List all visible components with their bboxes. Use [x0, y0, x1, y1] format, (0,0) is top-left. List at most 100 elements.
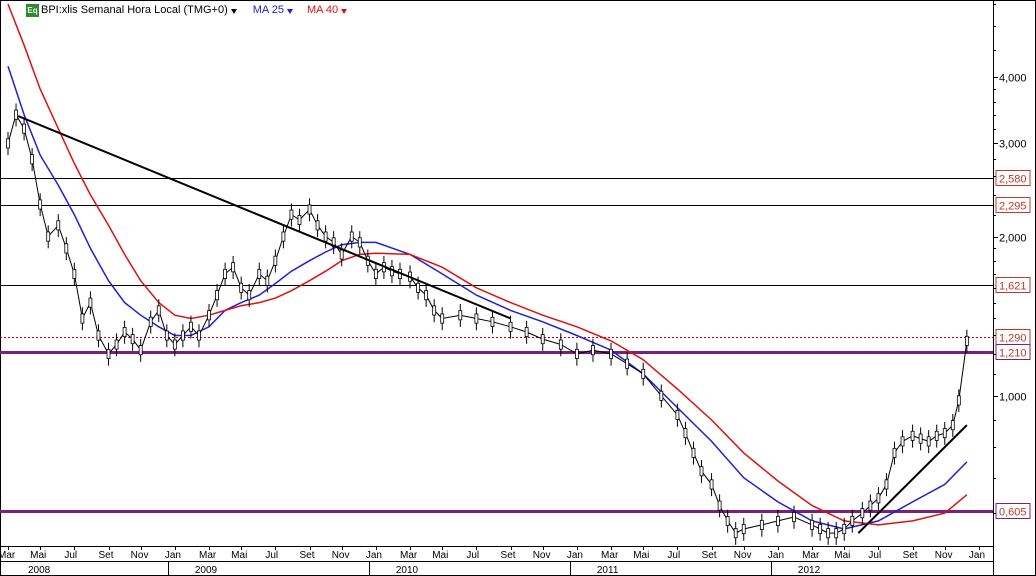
price-candle: [892, 447, 897, 458]
y-tick-label: 4,000: [999, 73, 1027, 85]
price-candle: [215, 290, 219, 301]
price-candle: [884, 479, 889, 490]
price-candle: [424, 290, 429, 301]
price-candle: [474, 313, 479, 324]
x-tick-label: Nov: [131, 550, 149, 561]
price-candle: [106, 348, 111, 359]
price-candle: [390, 266, 394, 277]
price-candle: [641, 368, 646, 379]
price-candle: [6, 138, 10, 149]
price-candle: [289, 209, 294, 220]
symbol-selector[interactable]: BPI:xlis Semanal Hora Local (TMG+0): [41, 4, 237, 16]
y-tick-label: 2,000: [999, 233, 1027, 245]
x-tick-label: Jan: [567, 550, 583, 561]
price-candle: [440, 313, 445, 324]
price-candle: [558, 339, 563, 350]
price-candle: [30, 154, 35, 165]
price-candle: [88, 297, 93, 308]
price-candle: [373, 268, 378, 279]
x-tick-label: Mai: [834, 550, 850, 561]
x-tick-label: Set: [702, 550, 717, 561]
price-candle: [524, 327, 529, 338]
price-candle: [942, 428, 947, 439]
price-candle: [683, 428, 688, 439]
ma-slow-line: [7, 3, 968, 526]
price-candle: [297, 214, 302, 225]
x-tick-label: Jan: [969, 550, 985, 561]
x-tick-label: Set: [501, 550, 516, 561]
x-tick-label: Mar: [400, 550, 418, 561]
price-candle: [591, 345, 595, 356]
price-candle: [540, 334, 545, 345]
ma-fast-label: MA 25: [252, 4, 284, 16]
level-tag: 0,605: [995, 503, 1031, 519]
year-label: 2008: [28, 565, 51, 576]
level-tag-label: 2,580: [999, 174, 1027, 186]
price-candle: [257, 268, 262, 279]
price-candle: [659, 390, 664, 401]
x-tick-label: Jan: [366, 550, 382, 561]
year-label: 2011: [597, 565, 619, 576]
price-candle: [130, 334, 135, 345]
x-tick-label: Jul: [868, 550, 881, 561]
price-candle: [14, 109, 18, 120]
level-tag: 2,580: [995, 170, 1031, 186]
price-candle: [357, 237, 362, 248]
chevron-down-icon: [341, 8, 348, 14]
chevron-down-icon: [230, 8, 237, 14]
price-candle: [148, 316, 153, 327]
price-candle: [323, 231, 328, 242]
level-tag: 1,290: [995, 329, 1031, 345]
level-tag: 1,621: [995, 277, 1031, 293]
price-candle: [926, 436, 931, 447]
x-tick-label: Jan: [165, 550, 181, 561]
price-candle: [72, 268, 77, 279]
price-candle: [38, 199, 43, 210]
x-tick-label: Jul: [667, 550, 680, 561]
x-tick-label: Mar: [0, 550, 16, 561]
price-candle: [910, 430, 915, 441]
price-candle: [96, 330, 101, 341]
y-tick-label: 1,000: [999, 392, 1027, 404]
price-candle: [56, 220, 61, 231]
price-candle: [508, 321, 513, 332]
x-tick-label: Nov: [734, 550, 752, 561]
price-candle: [860, 508, 865, 519]
price-candle: [741, 524, 746, 535]
price-candle: [432, 305, 437, 316]
x-tick-label: Mai: [231, 550, 247, 561]
level-tag-label: 1,621: [999, 281, 1027, 293]
symbol-title: BPI:xlis Semanal Hora Local (TMG+0): [41, 4, 228, 16]
level-tag-label: 0,605: [999, 507, 1027, 519]
price-candle: [247, 290, 252, 301]
level-tag-label: 1,290: [999, 333, 1027, 345]
price-candle: [876, 493, 881, 504]
price-candle: [709, 479, 714, 490]
price-candle: [122, 327, 127, 338]
price-candle: [349, 231, 354, 242]
price-candle: [699, 466, 704, 477]
chart-frame: [0, 0, 1036, 576]
price-chart[interactable]: 2,580 2,295 1,621 1,290 1,210 0,605 4,000 3,000…: [0, 0, 1036, 576]
level-tag: 2,295: [995, 197, 1031, 213]
price-candle: [850, 515, 855, 526]
ma-slow-label: MA 40: [306, 4, 339, 16]
year-label: 2010: [396, 565, 419, 576]
trend-line: [17, 115, 511, 320]
x-tick-label: Mai: [432, 550, 448, 561]
price-candle: [956, 395, 961, 406]
price-candle: [231, 262, 236, 273]
price-candle: [80, 313, 85, 324]
price-candle: [490, 316, 495, 327]
ma-fast-selector[interactable]: MA 25: [253, 4, 293, 16]
ma-slow-selector[interactable]: MA 40: [306, 4, 348, 16]
price-candle: [172, 339, 177, 350]
price-candle: [810, 519, 814, 530]
x-tick-label: Jul: [265, 550, 278, 561]
price-candle: [834, 528, 839, 539]
price-candle: [22, 123, 26, 134]
price-candle: [180, 330, 185, 341]
price-candle: [458, 310, 463, 321]
x-tick-label: Set: [300, 550, 315, 561]
price-candle: [64, 243, 69, 254]
